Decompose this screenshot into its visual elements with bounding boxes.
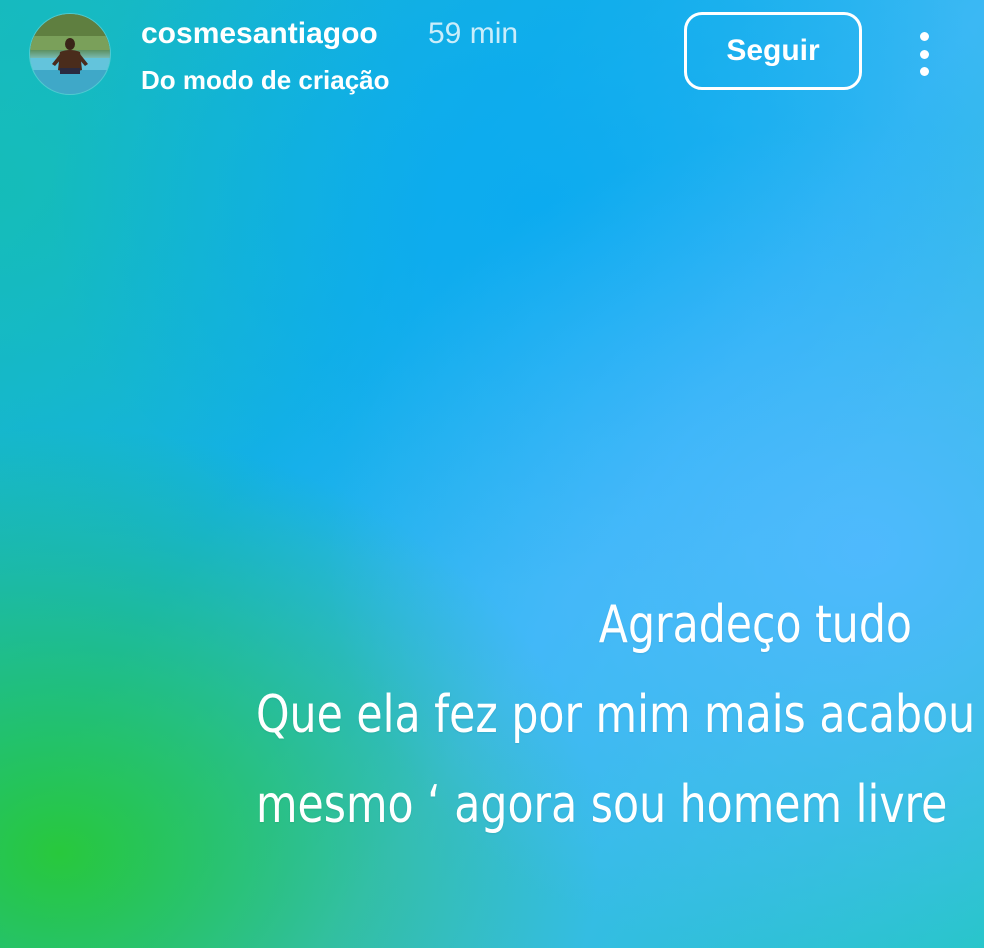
more-dot	[919, 32, 929, 41]
story-text-line: Agradeço tudo	[598, 595, 912, 655]
story-text: Agradeço tudo Que ela fez por mim mais a…	[256, 580, 976, 850]
story-text-line: mesmo ‘ agora sou homem livre	[256, 775, 948, 835]
more-dot	[919, 49, 929, 59]
story-text-line: Que ela fez por mim mais acabou	[256, 685, 976, 745]
post-timestamp: 59 min	[428, 17, 519, 50]
more-dot	[919, 67, 929, 76]
more-options-icon[interactable]	[906, 26, 942, 82]
story-source-label[interactable]: Do modo de criação	[141, 64, 390, 96]
follow-button[interactable]: Seguir	[684, 12, 862, 90]
profile-avatar[interactable]	[30, 14, 110, 94]
username[interactable]: cosmesantiagoo	[141, 16, 378, 52]
avatar-photo	[30, 14, 110, 94]
story-header: cosmesantiagoo 59 min Do modo de criação…	[0, 0, 984, 110]
